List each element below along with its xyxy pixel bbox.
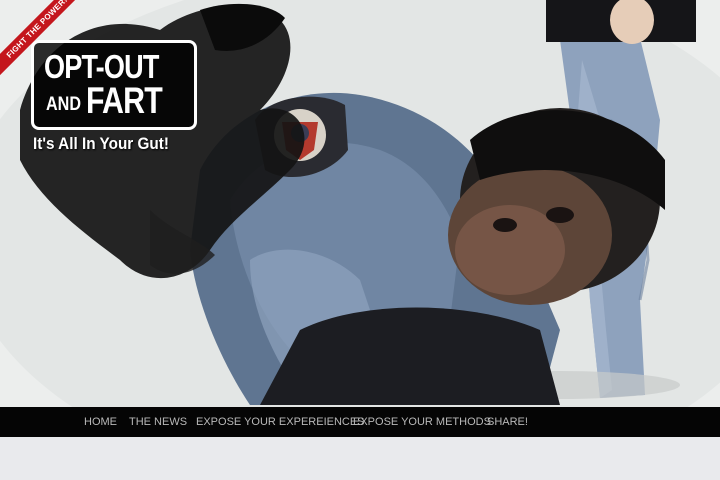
site-tagline: It's All In Your Gut! <box>33 134 169 153</box>
nav-item-expose-methods[interactable]: EXPOSE YOUR METHODS <box>353 416 491 429</box>
hero-photo: FIGHT THE POWER! OPT-OUT AND FART It's A… <box>0 0 720 407</box>
logo-and-text: AND <box>46 94 81 115</box>
nav-item-share[interactable]: SHARE! <box>487 416 528 429</box>
content-area <box>0 437 720 480</box>
nav-item-home[interactable]: HOME <box>84 416 117 429</box>
site-logo[interactable]: OPT-OUT AND FART <box>31 40 197 130</box>
main-nav: HOME THE NEWS EXPOSE YOUR EXPEREIENCES E… <box>0 407 720 437</box>
logo-fart-text: FART <box>86 80 163 121</box>
nav-item-the-news[interactable]: THE NEWS <box>129 416 187 429</box>
nav-item-expose-experiences[interactable]: EXPOSE YOUR EXPEREIENCES <box>196 416 365 429</box>
page: FIGHT THE POWER! OPT-OUT AND FART It's A… <box>0 0 720 480</box>
